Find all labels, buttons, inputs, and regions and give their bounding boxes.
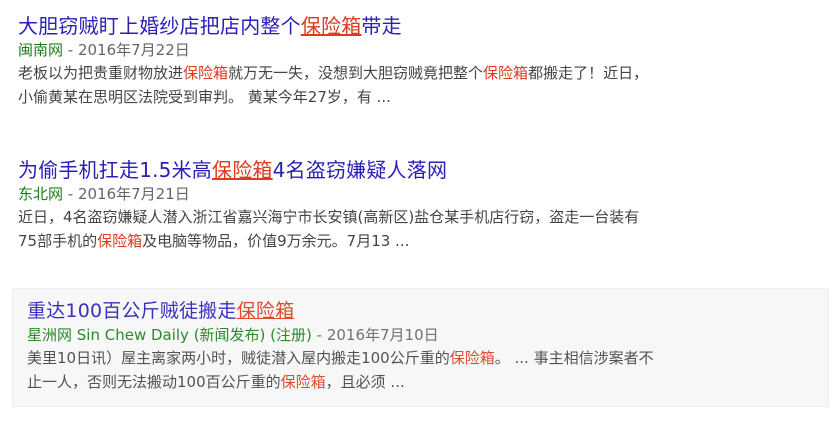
snippet-text: 老板以为把贵重财物放进: [18, 64, 184, 82]
result-meta: 星洲网 Sin Chew Daily (新闻发布) (注册) - 2016年7月…: [27, 325, 828, 346]
title-text[interactable]: 重达100百公斤贼徒搬走: [27, 300, 237, 322]
snippet-line: 美里10日讯）屋主离家两小时，贼徒潜入屋内搬走100公斤重的保险箱。 ... 事…: [27, 346, 817, 370]
snippet-text: 及电脑等物品，价值9万余元。7月13 ...: [142, 232, 410, 250]
snippet-text: 美里10日讯）屋主离家两小时，贼徒潜入屋内搬走100公斤重的: [27, 349, 450, 367]
title-text[interactable]: 为偷手机扛走1.5米高: [18, 158, 212, 182]
snippet-highlight: 保险箱: [280, 373, 326, 391]
result-date: - 2016年7月21日: [63, 185, 190, 203]
snippet-highlight: 保险箱: [97, 232, 143, 250]
title-highlight[interactable]: 保险箱: [212, 158, 273, 182]
result-date: - 2016年7月22日: [63, 41, 190, 59]
result-title-link[interactable]: 为偷手机扛走1.5米高保险箱4名盗窃嫌疑人落网: [18, 156, 825, 184]
result-snippet: 老板以为把贵重财物放进保险箱就万无一失，没想到大胆窃贼竟把整个保险箱都搬走了！近…: [18, 61, 822, 109]
snippet-highlight: 保险箱: [183, 64, 229, 82]
search-result: 大胆窃贼盯上婚纱店把店内整个保险箱带走 闽南网 - 2016年7月22日 老板以…: [18, 12, 825, 109]
result-title-link[interactable]: 大胆窃贼盯上婚纱店把店内整个保险箱带走: [18, 12, 825, 40]
snippet-line: 小偷黄某在思明区法院受到审判。 黄某今年27岁，有 ...: [18, 88, 391, 106]
search-result: 为偷手机扛走1.5米高保险箱4名盗窃嫌疑人落网 东北网 - 2016年7月21日…: [18, 156, 825, 253]
result-source: 星洲网 Sin Chew Daily (新闻发布) (注册): [27, 326, 312, 344]
result-snippet: 美里10日讯）屋主离家两小时，贼徒潜入屋内搬走100公斤重的保险箱。 ... 事…: [27, 346, 817, 394]
result-date: - 2016年7月10日: [311, 326, 439, 344]
snippet-line: 老板以为把贵重财物放进保险箱就万无一失，没想到大胆窃贼竟把整个保险箱都搬走了！近…: [18, 61, 822, 85]
title-text[interactable]: 带走: [361, 14, 401, 38]
result-source: 东北网: [18, 185, 64, 203]
snippet-highlight: 保险箱: [483, 64, 529, 82]
snippet-highlight: 保险箱: [449, 349, 495, 367]
result-source: 闽南网: [18, 41, 64, 59]
snippet-text: ，且必须 ...: [325, 373, 405, 391]
search-result: 重达100百公斤贼徒搬走保险箱 星洲网 Sin Chew Daily (新闻发布…: [12, 288, 829, 407]
snippet-text: 。 ... 事主相信涉案者不: [494, 349, 654, 367]
result-title-link[interactable]: 重达100百公斤贼徒搬走保险箱: [27, 297, 828, 325]
snippet-text: 75部手机的: [18, 232, 98, 250]
result-snippet: 近日，4名盗窃嫌疑人潜入浙江省嘉兴海宁市长安镇(高新区)盐仓某手机店行窃，盗走一…: [18, 205, 822, 253]
snippet-text: 都搬走了！近日，: [528, 64, 649, 82]
title-highlight[interactable]: 保险箱: [237, 300, 295, 322]
snippet-line: 近日，4名盗窃嫌疑人潜入浙江省嘉兴海宁市长安镇(高新区)盐仓某手机店行窃，盗走一…: [18, 208, 640, 226]
title-highlight[interactable]: 保险箱: [301, 14, 362, 38]
snippet-text: 止一人，否则无法搬动100百公斤重的: [27, 373, 281, 391]
title-text[interactable]: 大胆窃贼盯上婚纱店把店内整个: [18, 14, 301, 38]
snippet-text: 就万无一失，没想到大胆窃贼竟把整个: [228, 64, 484, 82]
title-text[interactable]: 4名盗窃嫌疑人落网: [273, 158, 448, 182]
snippet-line: 75部手机的保险箱及电脑等物品，价值9万余元。7月13 ...: [18, 229, 822, 253]
result-meta: 闽南网 - 2016年7月22日: [18, 40, 825, 61]
result-meta: 东北网 - 2016年7月21日: [18, 184, 825, 205]
snippet-line: 止一人，否则无法搬动100百公斤重的保险箱，且必须 ...: [27, 370, 817, 394]
